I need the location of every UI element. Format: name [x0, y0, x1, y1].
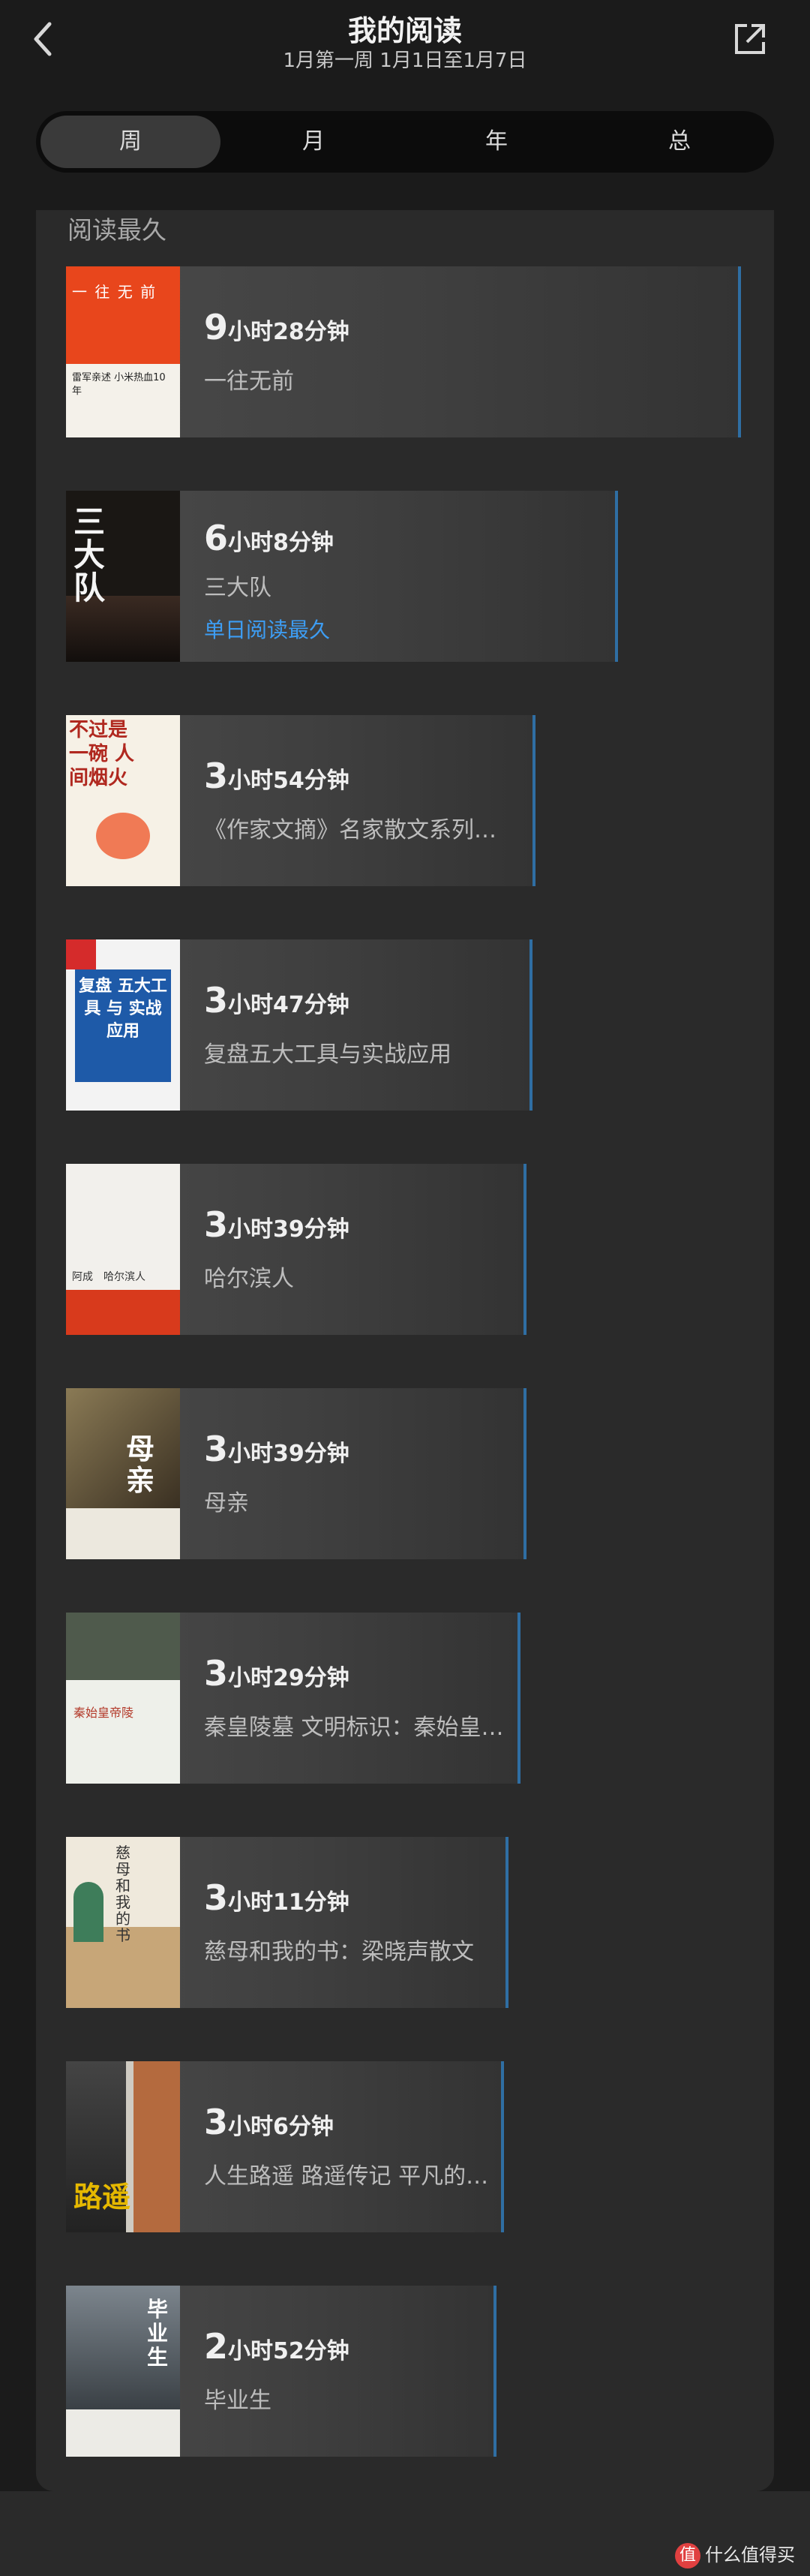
book-cover: 慈母和我的书: [66, 1837, 180, 2008]
reading-time: 3小时47分钟: [204, 980, 350, 1020]
book-cover: 毕业生: [66, 2286, 180, 2457]
book-row[interactable]: 秦始皇帝陵 3小时29分钟 秦皇陵墓 文明标识：秦始皇帝陵: [66, 1613, 520, 1784]
book-row[interactable]: 三大队 6小时8分钟 三大队 单日阅读最久: [66, 491, 618, 662]
cover-title: 复盘 五大工具 与 实战应用: [79, 977, 167, 1041]
tab-month[interactable]: 月: [224, 116, 404, 168]
book-title: 母亲: [204, 1490, 249, 1516]
book-title: 三大队: [204, 575, 272, 601]
cover-title: 一 往 无 前: [72, 283, 158, 301]
reading-time: 3小时11分钟: [204, 1877, 350, 1918]
reading-time: 3小时39分钟: [204, 1204, 350, 1245]
book-cover: 不过是 一碗 人间烟火: [66, 715, 180, 886]
book-cover: 一 往 无 前 雷军亲述 小米热血10年: [66, 266, 180, 437]
reading-time: 2小时52分钟: [204, 2326, 350, 2367]
cover-title: 毕业生: [147, 2297, 169, 2370]
header: 我的阅读 1月第一周 1月1日至1月7日: [0, 0, 810, 105]
page-title: 我的阅读: [347, 14, 462, 47]
cover-title: 秦始皇帝陵: [74, 1706, 134, 1720]
book-title: 慈母和我的书：梁晓声散文: [204, 1939, 474, 1965]
bottom-area: 值什么值得买: [0, 2491, 810, 2576]
book-cover: 路遥: [66, 2061, 180, 2232]
book-title: 毕业生: [204, 2388, 272, 2414]
section-title: 阅读最久: [68, 215, 166, 245]
book-cover: 复盘 五大工具 与 实战应用: [66, 939, 180, 1111]
cover-title: 慈母和我的书: [116, 1844, 130, 1944]
book-cover: 秦始皇帝陵: [66, 1613, 180, 1784]
cover-title: 阿成 哈尔滨人: [72, 1271, 146, 1283]
book-title: 复盘五大工具与实战应用: [204, 1042, 452, 1068]
reading-time: 3小时54分钟: [204, 756, 350, 796]
share-button[interactable]: [728, 17, 772, 62]
book-title: 《作家文摘》名家散文系列：不过是一碗人间烟火: [204, 817, 504, 843]
book-row[interactable]: 路遥 3小时6分钟 人生路遥 路遥传记 平凡的世界: [66, 2061, 504, 2232]
tab-year[interactable]: 年: [406, 116, 586, 168]
cover-title: 母亲: [126, 1432, 155, 1497]
reading-time: 3小时29分钟: [204, 1653, 350, 1694]
reading-time: 6小时8分钟: [204, 518, 334, 558]
book-row[interactable]: 一 往 无 前 雷军亲述 小米热血10年 9小时28分钟 一往无前: [66, 266, 741, 437]
book-title: 一往无前: [204, 368, 294, 395]
cover-subtitle: 雷军亲述 小米热血10年: [72, 372, 166, 397]
book-row[interactable]: 慈母和我的书 3小时11分钟 慈母和我的书：梁晓声散文: [66, 1837, 508, 2008]
watermark-text: 什么值得买: [705, 2544, 795, 2565]
book-row[interactable]: 阿成 哈尔滨人 3小时39分钟 哈尔滨人: [66, 1164, 526, 1335]
book-title: 人生路遥 路遥传记 平凡的世界: [204, 2163, 489, 2190]
book-row[interactable]: 毕业生 2小时52分钟 毕业生: [66, 2286, 496, 2457]
tab-total[interactable]: 总: [590, 116, 770, 168]
book-cover: 三大队: [66, 491, 180, 662]
cover-title: 不过是 一碗 人间烟火: [69, 719, 135, 789]
period-tabs: 周 月 年 总: [36, 111, 774, 173]
tab-week[interactable]: 周: [40, 116, 220, 168]
book-row[interactable]: 不过是 一碗 人间烟火 3小时54分钟 《作家文摘》名家散文系列：不过是一碗人间…: [66, 715, 536, 886]
cover-title: 三大队: [74, 503, 106, 606]
longest-daily-tag: 单日阅读最久: [204, 618, 331, 642]
share-external-icon: [735, 24, 765, 54]
book-title: 哈尔滨人: [204, 1266, 294, 1292]
book-cover: 母亲: [66, 1388, 180, 1559]
book-row[interactable]: 复盘 五大工具 与 实战应用 3小时47分钟 复盘五大工具与实战应用: [66, 939, 532, 1111]
reading-time: 3小时39分钟: [204, 1429, 350, 1469]
book-cover: 阿成 哈尔滨人: [66, 1164, 180, 1335]
watermark-logo-icon: 值: [675, 2543, 700, 2568]
page-subtitle: 1月第一周 1月1日至1月7日: [283, 50, 527, 72]
book-title: 秦皇陵墓 文明标识：秦始皇帝陵: [204, 1715, 504, 1741]
cover-title: 路遥: [74, 2181, 131, 2214]
reading-card: 阅读最久 一 往 无 前 雷军亲述 小米热血10年 9小时28分钟 一往无前 三…: [36, 210, 774, 2491]
reading-time: 9小时28分钟: [204, 307, 350, 347]
watermark: 值什么值得买: [675, 2540, 795, 2568]
book-row[interactable]: 母亲 3小时39分钟 母亲: [66, 1388, 526, 1559]
reading-time: 3小时6分钟: [204, 2102, 334, 2142]
